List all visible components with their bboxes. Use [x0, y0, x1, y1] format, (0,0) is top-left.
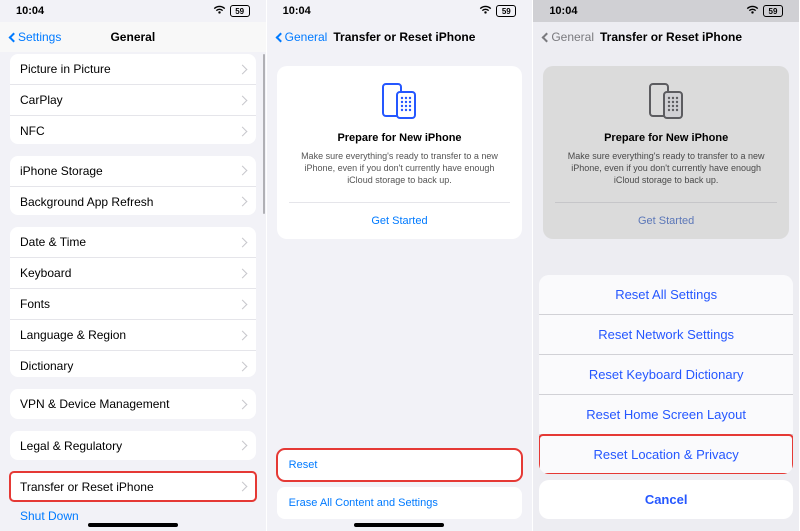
sheet-reset-location-privacy[interactable]: Reset Location & Privacy	[539, 435, 793, 474]
row-keyboard[interactable]: Keyboard	[10, 258, 256, 289]
group-media: Picture in Picture CarPlay NFC	[10, 54, 256, 144]
back-button-settings[interactable]: Settings	[10, 30, 61, 44]
chevron-right-icon	[237, 361, 247, 371]
status-bar: 10:04 59	[267, 0, 533, 22]
bottom-actions: Reset Erase All Content and Settings	[277, 449, 523, 531]
back-button-general[interactable]: General	[277, 30, 328, 44]
row-picture-in-picture[interactable]: Picture in Picture	[10, 54, 256, 85]
chevron-right-icon	[237, 64, 247, 74]
reset-link[interactable]: Reset	[277, 449, 523, 481]
row-vpn-device-management[interactable]: VPN & Device Management	[10, 389, 256, 418]
row-legal-regulatory[interactable]: Legal & Regulatory	[10, 431, 256, 460]
group-vpn: VPN & Device Management	[10, 389, 256, 418]
chevron-right-icon	[237, 166, 247, 176]
action-sheet-overlay[interactable]: Reset All Settings Reset Network Setting…	[533, 0, 799, 531]
reset-row-container: Reset	[277, 449, 523, 481]
sheet-cancel-button[interactable]: Cancel	[539, 480, 793, 519]
prepare-body: Make sure everything's ready to transfer…	[289, 150, 511, 186]
group-storage: iPhone Storage Background App Refresh	[10, 156, 256, 215]
back-label: Settings	[18, 30, 61, 44]
group-locale: Date & Time Keyboard Fonts Language & Re…	[10, 227, 256, 377]
nav-title: General	[110, 30, 155, 44]
group-transfer-reset: Transfer or Reset iPhone	[10, 472, 256, 501]
prepare-heading: Prepare for New iPhone	[289, 132, 511, 144]
chevron-right-icon	[237, 268, 247, 278]
sheet-reset-network-settings[interactable]: Reset Network Settings	[539, 315, 793, 355]
chevron-right-icon	[237, 399, 247, 409]
transfer-reset-content: Prepare for New iPhone Make sure everyth…	[267, 52, 533, 531]
row-nfc[interactable]: NFC	[10, 116, 256, 144]
row-dictionary[interactable]: Dictionary	[10, 351, 256, 377]
chevron-right-icon	[237, 299, 247, 309]
chevron-left-icon	[275, 32, 285, 42]
settings-list: Picture in Picture CarPlay NFC iPhone St…	[0, 52, 266, 531]
chevron-right-icon	[237, 95, 247, 105]
screen-reset-sheet: 10:04 59 General Transfer or Reset iPhon…	[533, 0, 800, 531]
sheet-reset-all-settings[interactable]: Reset All Settings	[539, 275, 793, 315]
home-indicator[interactable]	[88, 523, 178, 527]
erase-all-link[interactable]: Erase All Content and Settings	[277, 487, 523, 519]
chevron-right-icon	[237, 126, 247, 136]
erase-row-container: Erase All Content and Settings	[277, 487, 523, 519]
nav-title: Transfer or Reset iPhone	[333, 30, 475, 44]
sheet-reset-keyboard-dictionary[interactable]: Reset Keyboard Dictionary	[539, 355, 793, 395]
screen-general-settings: 10:04 59 Settings General Picture in Pic…	[0, 0, 267, 531]
back-label: General	[285, 30, 328, 44]
row-transfer-or-reset-iphone[interactable]: Transfer or Reset iPhone	[10, 472, 256, 501]
get-started-button[interactable]: Get Started	[289, 202, 511, 239]
row-language-region[interactable]: Language & Region	[10, 320, 256, 351]
wifi-icon	[479, 5, 492, 18]
scrollbar[interactable]	[263, 54, 265, 214]
status-bar: 10:04 59	[0, 0, 266, 22]
nav-bar: Settings General	[0, 22, 266, 52]
group-legal: Legal & Regulatory	[10, 431, 256, 460]
chevron-right-icon	[237, 441, 247, 451]
chevron-right-icon	[237, 330, 247, 340]
action-sheet: Reset All Settings Reset Network Setting…	[539, 275, 793, 474]
chevron-right-icon	[237, 482, 247, 492]
row-date-time[interactable]: Date & Time	[10, 227, 256, 258]
nav-bar: General Transfer or Reset iPhone	[267, 22, 533, 52]
screen-transfer-reset: 10:04 59 General Transfer or Reset iPhon…	[267, 0, 534, 531]
battery-icon: 59	[496, 5, 516, 17]
wifi-icon	[213, 5, 226, 18]
home-indicator[interactable]	[354, 523, 444, 527]
row-background-app-refresh[interactable]: Background App Refresh	[10, 187, 256, 215]
status-time: 10:04	[16, 5, 44, 17]
row-iphone-storage[interactable]: iPhone Storage	[10, 156, 256, 187]
devices-icon	[289, 82, 511, 122]
prepare-card: Prepare for New iPhone Make sure everyth…	[277, 66, 523, 239]
sheet-reset-home-screen-layout[interactable]: Reset Home Screen Layout	[539, 395, 793, 435]
chevron-right-icon	[237, 237, 247, 247]
chevron-left-icon	[9, 32, 19, 42]
row-fonts[interactable]: Fonts	[10, 289, 256, 320]
status-time: 10:04	[283, 5, 311, 17]
row-carplay[interactable]: CarPlay	[10, 85, 256, 116]
chevron-right-icon	[237, 197, 247, 207]
battery-icon: 59	[230, 5, 250, 17]
